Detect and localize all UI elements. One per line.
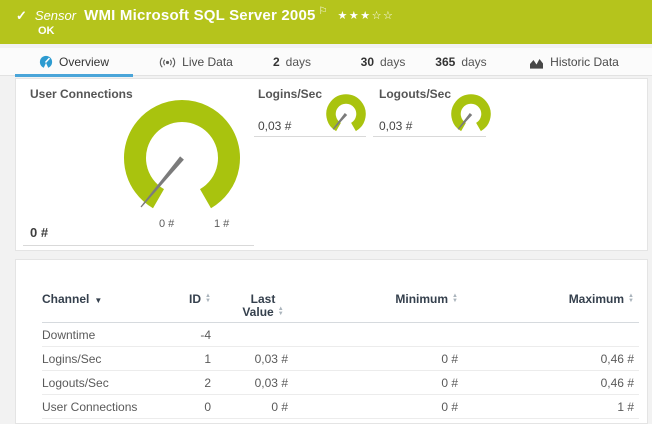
sensor-title: WMI Microsoft SQL Server 2005 xyxy=(84,7,315,24)
tab-30-days-number: 30 xyxy=(361,55,374,69)
flag-icon[interactable]: ⚐ xyxy=(319,6,328,17)
tab-overview[interactable]: Overview xyxy=(15,48,133,76)
column-header-maximum-label: Maximum xyxy=(569,292,624,306)
sort-toggle-icon: ▲▼ xyxy=(278,307,284,317)
cell-last-value: 0 # xyxy=(211,400,288,414)
table-row-logins[interactable]: Logins/Sec 1 0,03 # 0 # 0,46 # xyxy=(42,347,639,371)
gauge-title-logouts: Logouts/Sec xyxy=(379,87,451,101)
gauge-scale-max: 1 # xyxy=(214,218,229,230)
sort-toggle-icon: ▲▼ xyxy=(452,294,458,304)
sensor-header: ✓ Sensor WMI Microsoft SQL Server 2005 ⚐… xyxy=(0,0,652,44)
cell-last-value: 0,03 # xyxy=(211,352,288,366)
cell-id: 2 xyxy=(166,376,211,390)
cell-last-value: 0,03 # xyxy=(211,376,288,390)
cell-minimum: 0 # xyxy=(288,376,458,390)
gauges-panel: User Connections 0 # 1 # 0 # Logins/Sec … xyxy=(15,78,648,251)
gauge-title-logins: Logins/Sec xyxy=(258,87,322,101)
tab-bar: Overview Live Data 2 days 30 days 365 da… xyxy=(0,48,652,76)
channel-table-panel: Channel▼ ID▲▼ Last Value▲▼ Minimum▲▼ Max… xyxy=(15,259,648,424)
cell-id: 1 xyxy=(166,352,211,366)
column-header-channel[interactable]: Channel ▼ xyxy=(42,293,166,307)
tab-30-days[interactable]: 30 days xyxy=(350,48,416,76)
column-header-minimum-label: Minimum xyxy=(395,292,448,306)
tab-historic-data-label: Historic Data xyxy=(550,55,619,69)
cell-id: -4 xyxy=(166,328,211,342)
tab-historic-data[interactable]: Historic Data xyxy=(515,48,633,76)
column-header-last-value-label: Last Value xyxy=(242,292,275,319)
logins-value: 0,03 # xyxy=(258,119,291,133)
gauge-icon xyxy=(39,55,53,69)
tab-365-days-number: 365 xyxy=(435,55,455,69)
user-connections-value: 0 # xyxy=(30,225,48,240)
tab-overview-label: Overview xyxy=(59,55,109,69)
divider xyxy=(23,245,254,246)
cell-channel[interactable]: User Connections xyxy=(42,400,166,414)
table-row-downtime[interactable]: Downtime -4 xyxy=(42,323,639,347)
cell-maximum: 0,46 # xyxy=(458,376,634,390)
tab-30-days-unit: days xyxy=(380,55,405,69)
tab-2-days-unit: days xyxy=(286,55,311,69)
sort-toggle-icon: ▲▼ xyxy=(628,294,634,304)
divider xyxy=(373,136,486,137)
column-header-id-label: ID xyxy=(189,292,201,306)
table-row-logouts[interactable]: Logouts/Sec 2 0,03 # 0 # 0,46 # xyxy=(42,371,639,395)
status-check-icon: ✓ xyxy=(16,8,27,24)
column-header-minimum[interactable]: Minimum ▲▼ xyxy=(288,293,458,306)
cell-maximum: 1 # xyxy=(458,400,634,414)
tab-365-days-unit: days xyxy=(461,55,486,69)
user-connections-gauge xyxy=(116,93,248,215)
cell-channel[interactable]: Downtime xyxy=(42,328,166,342)
cell-minimum: 0 # xyxy=(288,400,458,414)
column-header-id[interactable]: ID ▲▼ xyxy=(166,293,211,306)
tab-live-data-label: Live Data xyxy=(182,55,233,69)
gauge-scale-min: 0 # xyxy=(159,218,174,230)
cell-maximum: 0,46 # xyxy=(458,352,634,366)
column-header-maximum[interactable]: Maximum ▲▼ xyxy=(458,293,634,306)
cell-channel[interactable]: Logouts/Sec xyxy=(42,376,166,390)
tab-365-days[interactable]: 365 days xyxy=(424,48,498,76)
column-header-last-value[interactable]: Last Value▲▼ xyxy=(211,293,288,319)
cell-minimum: 0 # xyxy=(288,352,458,366)
logouts-gauge xyxy=(448,92,494,136)
table-header-row: Channel▼ ID▲▼ Last Value▲▼ Minimum▲▼ Max… xyxy=(42,260,639,323)
tab-2-days[interactable]: 2 days xyxy=(262,48,322,76)
star-rating[interactable]: ★★★☆☆ xyxy=(338,9,395,22)
divider xyxy=(254,136,366,137)
logins-gauge xyxy=(323,92,369,136)
status-badge: OK xyxy=(38,25,652,37)
cell-channel[interactable]: Logins/Sec xyxy=(42,352,166,366)
table-row-user-connections[interactable]: User Connections 0 0 # 0 # 1 # xyxy=(42,395,639,419)
column-header-channel-label: Channel xyxy=(42,292,89,306)
tab-2-days-number: 2 xyxy=(273,55,280,69)
logouts-value: 0,03 # xyxy=(379,119,412,133)
history-chart-icon xyxy=(529,56,544,69)
tab-live-data[interactable]: Live Data xyxy=(148,48,244,76)
sensor-kind-label: Sensor xyxy=(35,8,76,23)
cell-id: 0 xyxy=(166,400,211,414)
sort-toggle-icon: ▲▼ xyxy=(205,294,211,304)
live-broadcast-icon xyxy=(159,56,176,69)
sort-desc-icon: ▼ xyxy=(94,296,102,305)
